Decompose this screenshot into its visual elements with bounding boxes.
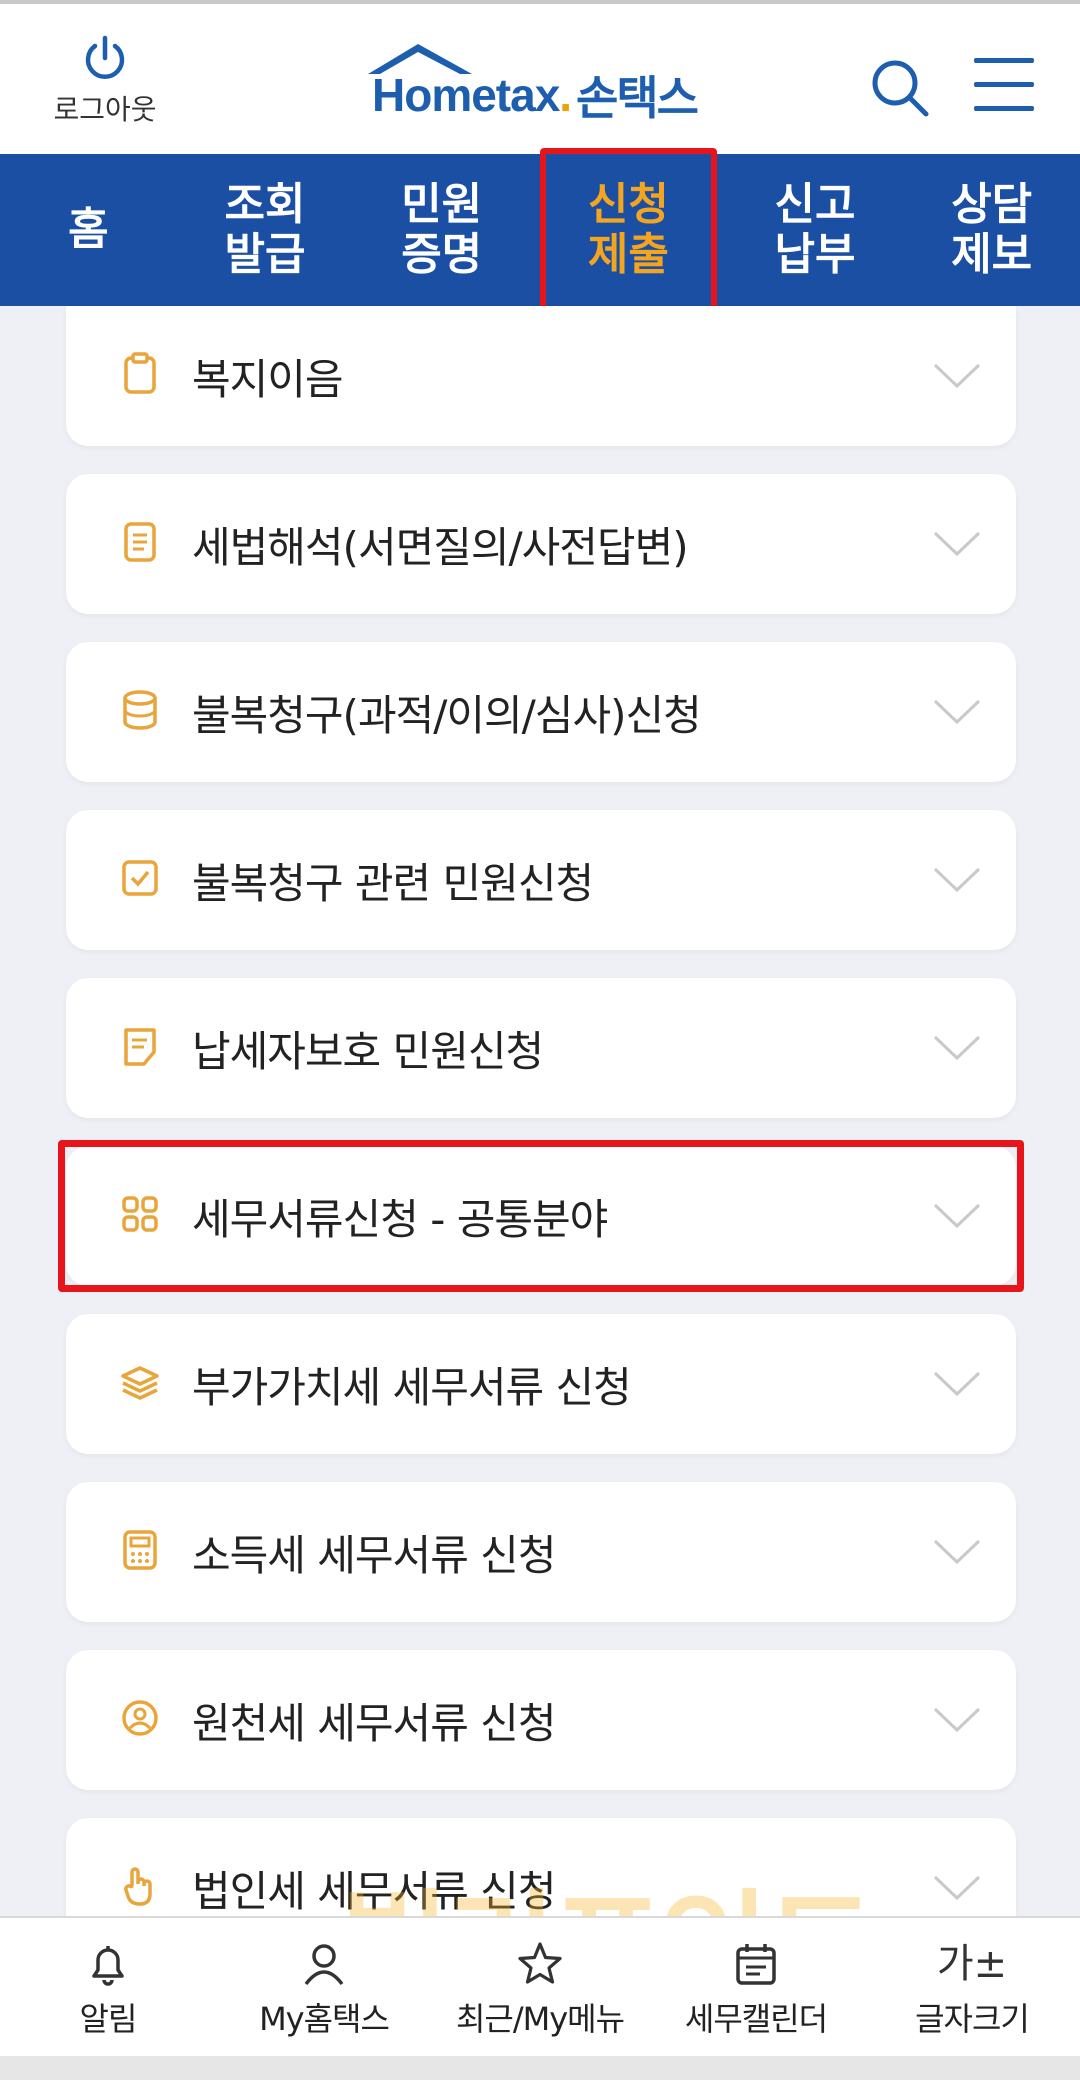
list-item[interactable]: 세법해석(서면질의/사전답변) bbox=[66, 474, 1016, 614]
bottom-nav-label: 글자크기 bbox=[915, 2000, 1030, 2038]
list-item-label: 복지이음 bbox=[192, 355, 344, 404]
menu-bar-icon bbox=[974, 82, 1034, 87]
bottom-nav-label: My홈택스 bbox=[259, 2000, 390, 2038]
list-item[interactable]: 불복청구(과적/이의/심사)신청 bbox=[66, 642, 1016, 782]
checkbox-icon bbox=[122, 860, 158, 896]
list-item-label: 불복청구 관련 민원신청 bbox=[192, 859, 594, 908]
app-screen: 로그아웃 Hometax. 손택스 홈 조회 발급 민원 증명 신청 제출 신고… bbox=[0, 0, 1080, 2080]
font-size-icon: 가± bbox=[936, 1941, 1008, 1987]
tab-label-line1: 조회 bbox=[224, 179, 306, 230]
main-nav: 홈 조회 발급 민원 증명 신청 제출 신고 납부 상담 제보 bbox=[0, 148, 1080, 312]
tab-civil-certificate[interactable]: 민원 증명 bbox=[353, 154, 530, 306]
list-item[interactable]: 원천세 세무서류 신청 bbox=[66, 1650, 1016, 1790]
search-button[interactable] bbox=[868, 56, 932, 120]
clipboard-icon bbox=[124, 352, 156, 394]
list-item-label: 법인세 세무서류 신청 bbox=[192, 1867, 556, 1916]
bottom-nav-recent-my-menu[interactable]: 최근/My메뉴 bbox=[432, 1918, 648, 2056]
list-item[interactable]: 납세자보호 민원신청 bbox=[66, 978, 1016, 1118]
star-icon bbox=[518, 1942, 562, 1984]
tab-label-line1: 신청 bbox=[587, 179, 669, 230]
bottom-nav-label: 세무캘린더 bbox=[684, 2000, 828, 2038]
system-nav-strip bbox=[0, 2056, 1080, 2080]
chevron-down-icon bbox=[933, 1875, 981, 1901]
person-icon bbox=[304, 1944, 344, 1986]
tab-apply-submit[interactable]: 신청 제출 bbox=[540, 148, 717, 312]
calculator-icon bbox=[123, 1530, 157, 1570]
tab-label: 홈 bbox=[68, 204, 109, 255]
list-item-label: 세법해석(서면질의/사전답변) bbox=[192, 523, 689, 572]
search-icon bbox=[872, 60, 929, 117]
menu-bar-icon bbox=[974, 58, 1034, 63]
chevron-down-icon bbox=[933, 1707, 981, 1733]
menu-bar-icon bbox=[974, 106, 1034, 111]
chevron-down-icon bbox=[933, 1371, 981, 1397]
chevron-down-icon bbox=[933, 363, 981, 389]
grid-icon bbox=[122, 1196, 158, 1232]
logo-text: Hometax. bbox=[372, 69, 572, 121]
power-icon bbox=[85, 35, 125, 79]
chevron-down-icon bbox=[933, 531, 981, 557]
tab-inquiry-issue[interactable]: 조회 발급 bbox=[177, 154, 354, 306]
tab-home[interactable]: 홈 bbox=[0, 154, 177, 306]
hamburger-menu-button[interactable] bbox=[974, 58, 1034, 112]
tab-consult-report[interactable]: 상담 제보 bbox=[903, 154, 1080, 306]
chevron-down-icon bbox=[933, 1203, 981, 1229]
chevron-down-icon bbox=[933, 699, 981, 725]
list-item-label: 소득세 세무서류 신청 bbox=[192, 1531, 556, 1580]
note-icon bbox=[124, 1028, 156, 1066]
tab-label-line2: 제출 bbox=[587, 229, 669, 280]
tab-label-line2: 발급 bbox=[224, 229, 306, 280]
bottom-nav-tax-calendar[interactable]: 세무캘린더 bbox=[648, 1918, 864, 2056]
bottom-nav-alerts[interactable]: 알림 bbox=[0, 1918, 216, 2056]
tab-label-line2: 제보 bbox=[951, 229, 1033, 280]
menu-list: 복지이음 세법해석(서면질의/사전답변) 불복청구(과적/이의/심사)신청 불복… bbox=[58, 306, 1024, 1938]
calendar-icon bbox=[736, 1944, 776, 1985]
list-item-label: 불복청구(과적/이의/심사)신청 bbox=[192, 691, 702, 740]
chevron-down-icon bbox=[933, 867, 981, 893]
chevron-down-icon bbox=[933, 1035, 981, 1061]
bottom-nav: 알림 My홈택스 최근/My메뉴 세무캘린더 가± 글자크기 bbox=[0, 1916, 1080, 2056]
logout-button[interactable]: 로그아웃 bbox=[40, 34, 170, 128]
hometax-logo[interactable]: Hometax. 손택스 bbox=[366, 40, 726, 130]
tab-label-line1: 민원 bbox=[401, 179, 483, 230]
bottom-nav-font-size[interactable]: 가± 글자크기 bbox=[864, 1918, 1080, 2056]
list-item-label: 세무서류신청 - 공통분야 bbox=[192, 1195, 608, 1244]
list-item[interactable]: 세무서류신청 - 공통분야 bbox=[58, 1140, 1024, 1292]
tab-label-line2: 납부 bbox=[774, 229, 856, 280]
header: 로그아웃 Hometax. 손택스 bbox=[0, 4, 1080, 154]
list-item[interactable]: 부가가치세 세무서류 신청 bbox=[66, 1314, 1016, 1454]
database-icon bbox=[123, 690, 157, 730]
document-icon bbox=[124, 522, 156, 562]
list-item-label: 원천세 세무서류 신청 bbox=[192, 1699, 556, 1748]
chevron-down-icon bbox=[933, 1539, 981, 1565]
list-item-label: 납세자보호 민원신청 bbox=[192, 1027, 544, 1076]
tab-label-line1: 신고 bbox=[774, 179, 856, 230]
user-circle-icon bbox=[122, 1700, 158, 1736]
logo-subtitle: 손택스 bbox=[576, 71, 699, 125]
list-item[interactable]: 소득세 세무서류 신청 bbox=[66, 1482, 1016, 1622]
logout-label: 로그아웃 bbox=[53, 93, 157, 126]
bottom-nav-label: 최근/My메뉴 bbox=[455, 2000, 625, 2038]
bell-icon bbox=[92, 1946, 124, 1986]
tab-report-pay[interactable]: 신고 납부 bbox=[727, 154, 904, 306]
hand-icon bbox=[124, 1867, 152, 1906]
list-item-label: 부가가치세 세무서류 신청 bbox=[192, 1363, 632, 1412]
bottom-nav-my-hometax[interactable]: My홈택스 bbox=[216, 1918, 432, 2056]
tab-label-line2: 증명 bbox=[401, 229, 483, 280]
tab-label-line1: 상담 bbox=[951, 179, 1033, 230]
layers-icon bbox=[121, 1366, 159, 1400]
list-item[interactable]: 불복청구 관련 민원신청 bbox=[66, 810, 1016, 950]
list-item[interactable]: 복지이음 bbox=[66, 306, 1016, 446]
bottom-nav-label: 알림 bbox=[79, 2000, 138, 2038]
